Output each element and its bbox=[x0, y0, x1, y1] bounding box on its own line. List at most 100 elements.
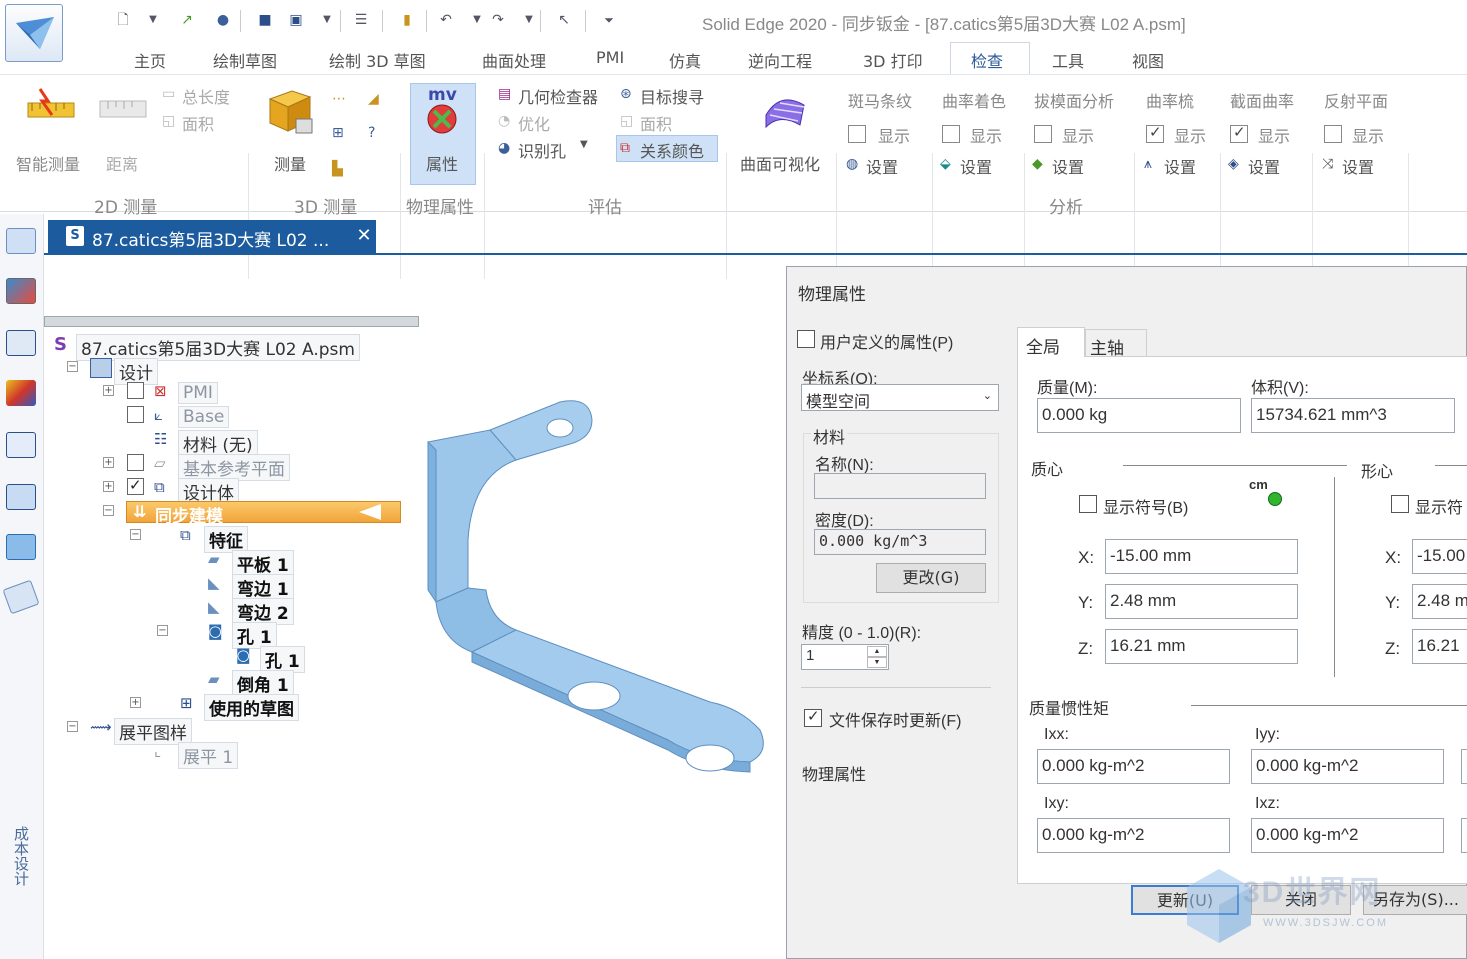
cost-design-label[interactable]: 成本设计 bbox=[10, 826, 30, 886]
zebra-show-checkbox[interactable] bbox=[848, 125, 866, 143]
cm-z-field[interactable]: 16.21 mm bbox=[1105, 629, 1298, 664]
measure-tool-4-icon[interactable]: ? bbox=[368, 125, 375, 141]
pmi-visibility-checkbox[interactable] bbox=[127, 382, 144, 399]
change-material-button[interactable]: 更改(G) bbox=[876, 563, 986, 593]
surface-visualization-label[interactable]: 曲面可视化 bbox=[740, 151, 820, 175]
smart-measure-icon[interactable] bbox=[24, 85, 80, 135]
sheet-metal-part-model[interactable] bbox=[420, 390, 780, 800]
tab-sketch[interactable]: 绘制草图 bbox=[213, 48, 277, 72]
curvature-shading-show-checkbox[interactable] bbox=[942, 125, 960, 143]
measure-tool-1-icon[interactable]: ⋯ bbox=[332, 91, 346, 107]
centroid-z-field[interactable]: 16.21 bbox=[1412, 629, 1467, 664]
tab-home[interactable]: 主页 bbox=[134, 48, 166, 72]
select-tool-icon[interactable]: ↖ bbox=[555, 12, 573, 28]
spin-down-icon[interactable]: ▼ bbox=[867, 657, 887, 668]
customize-quick-access-icon[interactable]: ⏷ bbox=[600, 12, 618, 28]
chevron-down-icon[interactable]: ▼ bbox=[580, 139, 588, 150]
expand-pmi-button[interactable]: + bbox=[103, 385, 114, 396]
show-symbol-checkbox[interactable] bbox=[1079, 495, 1097, 513]
tab-3d-sketch[interactable]: 绘制 3D 草图 bbox=[329, 48, 426, 72]
layers-icon[interactable] bbox=[6, 278, 36, 304]
spin-up-icon[interactable]: ▲ bbox=[867, 646, 887, 657]
feature-library-icon[interactable] bbox=[6, 330, 36, 356]
collapse-features-button[interactable]: − bbox=[130, 529, 141, 540]
reflection-plane-show-checkbox[interactable] bbox=[1324, 125, 1342, 143]
section-curvature-show-checkbox[interactable] bbox=[1230, 123, 1248, 143]
expand-sketches-button[interactable]: + bbox=[130, 697, 141, 708]
curvature-comb-show-checkbox[interactable] bbox=[1146, 123, 1164, 143]
tab-principal-axes[interactable]: 主轴 bbox=[1085, 329, 1147, 358]
expand-design-body-button[interactable]: + bbox=[103, 481, 114, 492]
mass-field[interactable]: 0.000 kg bbox=[1037, 398, 1241, 433]
user-defined-checkbox[interactable] bbox=[797, 330, 815, 348]
properties-icon[interactable]: ☰ bbox=[352, 12, 370, 28]
section-curvature-settings-label[interactable]: 设置 bbox=[1248, 154, 1280, 178]
material-name-field[interactable] bbox=[814, 473, 986, 499]
tab-inspect[interactable]: 检查 bbox=[971, 48, 1003, 72]
surface-visualization-icon[interactable] bbox=[760, 85, 810, 131]
redo-icon[interactable]: ↷ bbox=[489, 12, 507, 28]
ixz-field[interactable]: 0.000 kg-m^2 bbox=[1251, 818, 1444, 853]
tag-icon[interactable] bbox=[2, 579, 40, 615]
dropdown-icon[interactable]: ▼ bbox=[520, 12, 538, 28]
new-file-icon[interactable]: 🗋 bbox=[114, 12, 132, 28]
parts-icon[interactable] bbox=[6, 534, 36, 560]
measure-tool-3-icon[interactable]: ⊞ bbox=[332, 125, 344, 141]
curvature-shading-settings-label[interactable]: 设置 bbox=[960, 154, 992, 178]
pathfinder-splitter[interactable] bbox=[44, 316, 419, 327]
assembly-icon[interactable] bbox=[6, 484, 36, 510]
expand-ref-planes-button[interactable]: + bbox=[103, 457, 114, 468]
show-symbol-centroid-checkbox[interactable] bbox=[1391, 495, 1409, 513]
draft-analysis-settings-label[interactable]: 设置 bbox=[1052, 154, 1084, 178]
measure-tool-5-icon[interactable]: ▙ bbox=[332, 161, 343, 177]
tab-reverse-engineering[interactable]: 逆向工程 bbox=[748, 48, 812, 72]
ixx-field[interactable]: 0.000 kg-m^2 bbox=[1037, 749, 1230, 784]
pathfinder-icon[interactable] bbox=[6, 228, 36, 254]
tab-simulation[interactable]: 仿真 bbox=[669, 48, 701, 72]
open-file-icon[interactable]: ↗ bbox=[178, 12, 196, 28]
search-icon[interactable]: ● bbox=[214, 12, 232, 28]
tab-surfacing[interactable]: 曲面处理 bbox=[482, 48, 546, 72]
total-length-label[interactable]: 总长度 bbox=[182, 84, 230, 108]
update-on-save-checkbox[interactable] bbox=[804, 707, 822, 727]
tab-pmi[interactable]: PMI bbox=[596, 48, 624, 67]
draft-analysis-show-checkbox[interactable] bbox=[1034, 125, 1052, 143]
iyy-field[interactable]: 0.000 kg-m^2 bbox=[1251, 749, 1444, 784]
zebra-settings-label[interactable]: 设置 bbox=[866, 154, 898, 178]
dropdown-icon[interactable]: ▼ bbox=[144, 12, 162, 28]
centroid-x-field[interactable]: -15.00 bbox=[1412, 539, 1467, 574]
collapse-sync-button[interactable]: − bbox=[103, 505, 114, 516]
ref-planes-visibility-checkbox[interactable] bbox=[127, 454, 144, 471]
distance-ruler-icon[interactable] bbox=[98, 95, 148, 125]
target-search-label[interactable]: 目标搜寻 bbox=[640, 84, 704, 108]
density-field[interactable]: 0.000 kg/m^3 bbox=[814, 529, 986, 555]
dropdown-icon[interactable]: ▼ bbox=[468, 12, 486, 28]
document-tab[interactable]: S 87.catics第5届3D大赛 L02 ... bbox=[48, 220, 376, 253]
izz-field[interactable] bbox=[1461, 749, 1467, 784]
dropdown-icon[interactable]: ▼ bbox=[318, 12, 336, 28]
accuracy-stepper[interactable]: 1 ▲ ▼ bbox=[801, 644, 889, 670]
distance-label[interactable]: 距离 bbox=[106, 151, 138, 175]
clipboard-icon[interactable]: ▮ bbox=[398, 12, 416, 28]
identify-hole-label[interactable]: 识别孔 bbox=[518, 138, 566, 162]
save-all-icon[interactable]: ▣ bbox=[287, 12, 305, 28]
tab-view[interactable]: 视图 bbox=[1132, 48, 1164, 72]
geometry-inspector-label[interactable]: 几何检查器 bbox=[518, 84, 598, 108]
tab-3d-print[interactable]: 3D 打印 bbox=[863, 48, 923, 72]
rollback-arrow-icon[interactable] bbox=[359, 504, 389, 520]
collapse-flat-pattern-button[interactable]: − bbox=[67, 721, 78, 732]
design-body-visibility-checkbox[interactable] bbox=[127, 476, 144, 495]
volume-field[interactable]: 15734.621 mm^3 bbox=[1251, 398, 1455, 433]
collapse-design-button[interactable]: − bbox=[67, 361, 78, 372]
iyz-field[interactable] bbox=[1461, 818, 1467, 853]
reflection-plane-settings-label[interactable]: 设置 bbox=[1342, 154, 1374, 178]
curvature-comb-settings-label[interactable]: 设置 bbox=[1164, 154, 1196, 178]
area-label-2[interactable]: 面积 bbox=[640, 111, 672, 135]
3d-measure-icon[interactable] bbox=[266, 85, 316, 137]
ixy-field[interactable]: 0.000 kg-m^2 bbox=[1037, 818, 1230, 853]
collapse-hole-button[interactable]: − bbox=[157, 625, 168, 636]
save-icon[interactable]: ■ bbox=[256, 12, 274, 28]
tab-global[interactable]: 全局 bbox=[1017, 327, 1085, 357]
cm-x-field[interactable]: -15.00 mm bbox=[1105, 539, 1298, 574]
report-icon[interactable] bbox=[6, 432, 36, 458]
